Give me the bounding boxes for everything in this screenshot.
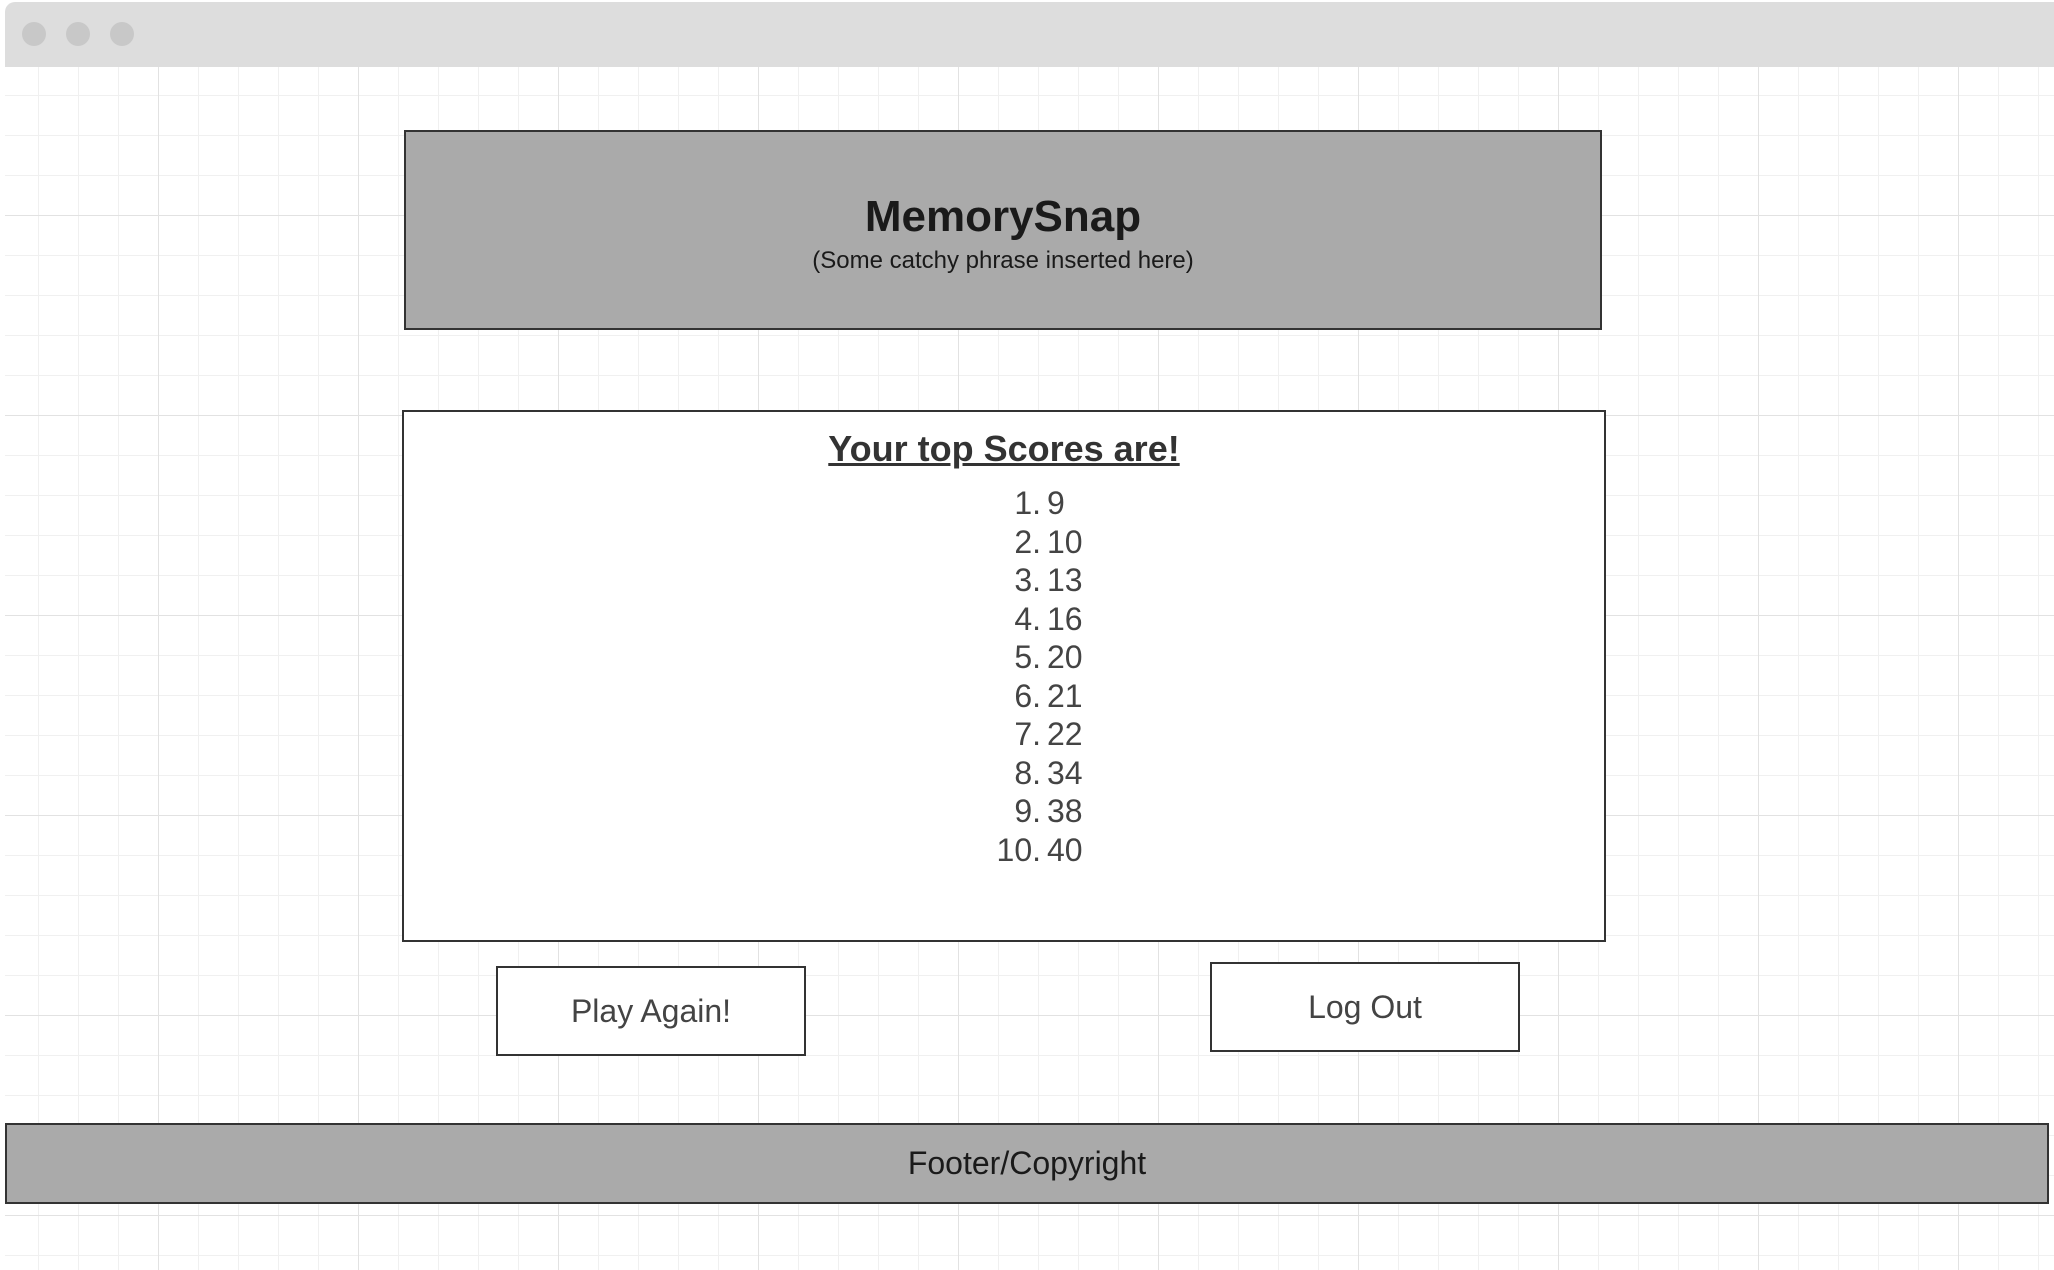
score-item: 5. 20 [404, 638, 1604, 677]
score-rank: 2. [1014, 523, 1041, 560]
score-item: 2. 10 [404, 523, 1604, 562]
score-rank: 5. [1014, 639, 1041, 675]
page-header: MemorySnap (Some catchy phrase inserted … [404, 130, 1602, 330]
score-item: 1. 9 [404, 484, 1604, 523]
window-close-icon[interactable] [22, 22, 46, 46]
window-minimize-icon[interactable] [66, 22, 90, 46]
app-tagline: (Some catchy phrase inserted here) [812, 247, 1194, 274]
scores-heading: Your top Scores are! [828, 428, 1180, 469]
score-rank: 8. [1014, 754, 1041, 791]
top-scores-panel: Your top Scores are! 1. 9 2. 10 3. 13 4. 16 … [402, 410, 1606, 942]
play-again-button[interactable]: Play Again! [496, 966, 806, 1056]
score-item: 7. 22 [404, 715, 1604, 754]
log-out-button[interactable]: Log Out [1210, 962, 1520, 1052]
score-value: 16 [1047, 600, 1083, 637]
score-value: 22 [1047, 716, 1083, 752]
score-rank: 4. [1014, 600, 1041, 637]
score-value: 38 [1047, 793, 1083, 829]
score-rank: 1. [1014, 485, 1041, 521]
browser-window: MemorySnap (Some catchy phrase inserted … [5, 2, 2054, 1270]
score-value: 9 [1047, 485, 1065, 521]
window-titlebar [5, 2, 2054, 67]
score-item: 8. 34 [404, 754, 1604, 793]
score-item: 10. 40 [404, 831, 1604, 870]
score-value: 13 [1047, 562, 1083, 598]
page-footer: Footer/Copyright [5, 1123, 2049, 1204]
score-value: 20 [1047, 639, 1083, 675]
score-item: 4. 16 [404, 600, 1604, 639]
score-item: 6. 21 [404, 677, 1604, 716]
scores-list: 1. 9 2. 10 3. 13 4. 16 5. 20 6. 21 7. 22 8. 34 9… [404, 484, 1604, 869]
wireframe-canvas: MemorySnap (Some catchy phrase inserted … [5, 67, 2054, 1270]
score-value: 10 [1047, 523, 1083, 560]
window-maximize-icon[interactable] [110, 22, 134, 46]
score-rank: 6. [1014, 677, 1041, 714]
score-rank: 10. [996, 831, 1041, 868]
app-title: MemorySnap [864, 192, 1142, 241]
score-rank: 7. [1014, 716, 1041, 752]
score-rank: 3. [1014, 562, 1041, 598]
score-item: 9. 38 [404, 792, 1604, 831]
score-value: 21 [1047, 677, 1083, 714]
score-item: 3. 13 [404, 561, 1604, 600]
score-rank: 9. [1014, 793, 1041, 829]
score-value: 34 [1047, 754, 1083, 791]
score-value: 40 [1047, 831, 1083, 868]
